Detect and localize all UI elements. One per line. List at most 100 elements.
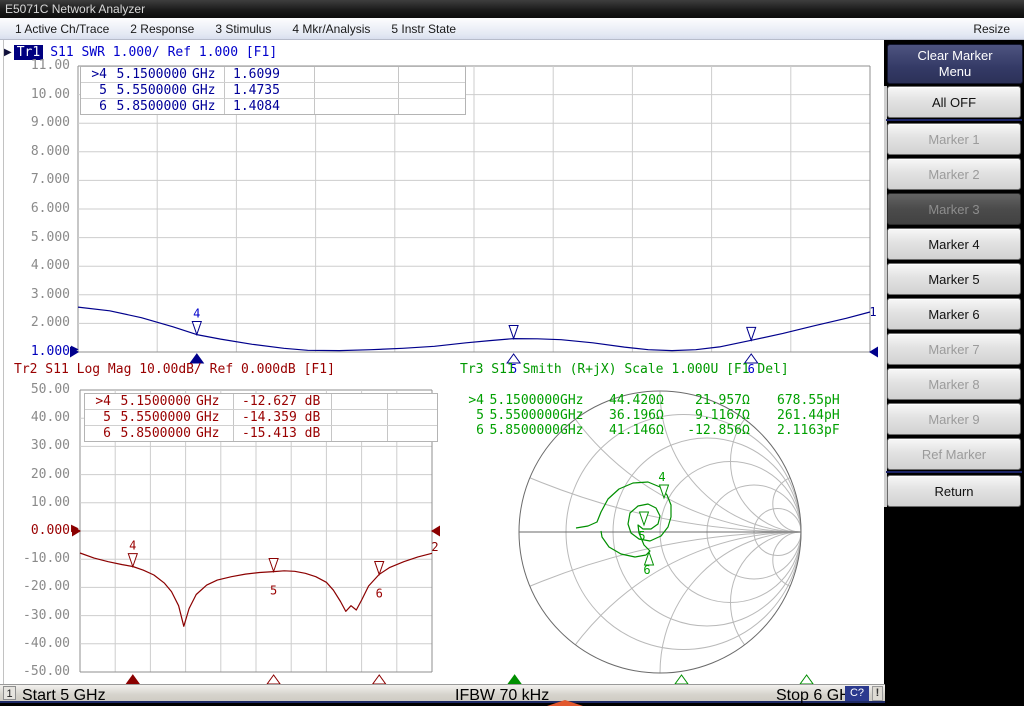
reactance-unit: Ω (742, 408, 762, 423)
readout-group (314, 83, 398, 98)
tr2-trace-number: 2 (431, 540, 438, 554)
y-axis-label: 40.00 (8, 410, 70, 425)
sidebar-button-marker-1: Marker 1 (887, 123, 1021, 155)
readout-group: 1.4084 (224, 99, 314, 114)
lc-unit: pH (824, 408, 848, 423)
status-bar (0, 684, 885, 703)
y-axis-label: 30.00 (8, 438, 70, 453)
sidebar-button-marker-6[interactable]: Marker 6 (887, 298, 1021, 330)
marker-number: 5 (81, 83, 107, 98)
menu-active-ch-trace[interactable]: 1 Active Ch/Trace (9, 21, 115, 37)
menu-mkr-analysis[interactable]: 4 Mkr/Analysis (286, 21, 376, 37)
tr1-trace-number: 1 (869, 305, 876, 319)
tr2-header: Tr2 S11 Log Mag 10.00dB/ Ref 0.000dB [F1… (14, 362, 335, 377)
marker-number: 6 (462, 423, 484, 438)
y-axis-label: 20.00 (8, 467, 70, 482)
lc-unit: pH (824, 393, 848, 408)
readout-group: 65.8500000GHz (81, 99, 224, 114)
readout-group (331, 394, 387, 409)
readout-group (398, 99, 465, 114)
marker-frequency: 5.1500000 (113, 394, 191, 409)
marker-readout-row: >45.1500000GHz1.6099 (81, 67, 465, 83)
marker-frequency: 5.5500000 (109, 83, 187, 98)
y-axis-label: 1.000 (8, 344, 70, 359)
sidebar-button-marker-7: Marker 7 (887, 333, 1021, 365)
sidebar-separator (886, 119, 1022, 121)
marker-number: 5 (462, 408, 484, 423)
marker-4-label: 4 (129, 539, 136, 553)
readout-group (331, 426, 387, 441)
marker-frequency: 5.1500000 (484, 393, 560, 408)
menu-resize[interactable]: Resize (967, 21, 1016, 37)
y-axis-label: -20.00 (8, 579, 70, 594)
ifbw-label: IFBW 70 kHz (455, 687, 549, 705)
softkey-menu-title-line1: Clear Marker (917, 48, 992, 64)
readout-group: -12.627 dB (233, 394, 331, 409)
marker-6-stimulus-triangle-icon (373, 675, 386, 684)
marker-reactance: 21.957 (676, 393, 742, 408)
window-titlebar: E5071C Network Analyzer (0, 0, 1024, 18)
marker-frequency-unit: GHz (560, 423, 594, 438)
marker-value: 1.4735 (225, 83, 280, 98)
menu-instr-state[interactable]: 5 Instr State (385, 21, 462, 37)
marker-frequency: 5.8500000 (484, 423, 560, 438)
app-window: E5071C Network Analyzer 1 Active Ch/Trac… (0, 0, 1024, 706)
marker-lc-value: 2.1163 (762, 423, 824, 438)
marker-readout-row: 65.8500000GHz-15.413 dB (85, 426, 437, 441)
readout-group: 55.5500000GHz (81, 83, 224, 98)
marker-5-trace-triangle-icon (509, 325, 518, 338)
sidebar-button-marker-4[interactable]: Marker 4 (887, 228, 1021, 260)
marker-value: -14.359 dB (234, 410, 320, 425)
marker-frequency-unit: GHz (187, 83, 221, 98)
readout-group: 1.6099 (224, 67, 314, 82)
marker-frequency: 5.1500000 (109, 67, 187, 82)
readout-group: >45.1500000GHz (81, 67, 224, 82)
marker-4-trace-triangle-icon (128, 554, 137, 567)
y-axis-label: -50.00 (8, 664, 70, 679)
sidebar-button-marker-2: Marker 2 (887, 158, 1021, 190)
y-axis-label: -30.00 (8, 608, 70, 623)
warning-badge: ! (872, 686, 883, 701)
marker-5-trace-triangle-icon (269, 558, 278, 571)
marker-5-label: 5 (638, 529, 645, 543)
y-axis-label: -10.00 (8, 551, 70, 566)
sidebar-button-all-off[interactable]: All OFF (887, 86, 1021, 118)
y-axis-label: 11.00 (8, 58, 70, 73)
marker-frequency: 5.5500000 (113, 410, 191, 425)
readout-group: -15.413 dB (233, 426, 331, 441)
marker-number: 6 (85, 426, 111, 441)
marker-5-stimulus-triangle-icon (267, 675, 280, 684)
sidebar-button-marker-9: Marker 9 (887, 403, 1021, 435)
tr2-marker-readout: >45.1500000GHz-12.627 dB55.5500000GHz-14… (84, 393, 438, 442)
active-trace-arrow-icon: ▶ (4, 47, 12, 58)
marker-lc-value: 678.55 (762, 393, 824, 408)
marker-readout-row: >45.1500000 GHz44.420 Ω21.957 Ω678.55 pH (462, 393, 848, 408)
sidebar-button-marker-5[interactable]: Marker 5 (887, 263, 1021, 295)
correction-status-badge: C? (845, 686, 869, 701)
marker-number: >4 (81, 67, 107, 82)
tr1-header-text: S11 SWR 1.000/ Ref 1.000 [F1] (50, 45, 277, 60)
sidebar-button-marker-3[interactable]: Marker 3 (887, 193, 1021, 225)
y-axis-label: 8.000 (8, 144, 70, 159)
y-axis-label: 6.000 (8, 201, 70, 216)
marker-value: 1.6099 (225, 67, 280, 82)
reactance-unit: Ω (742, 393, 762, 408)
sidebar-button-return[interactable]: Return (887, 475, 1021, 507)
readout-group (314, 99, 398, 114)
resistance-unit: Ω (656, 408, 676, 423)
window-title: E5071C Network Analyzer (5, 2, 145, 16)
y-axis-label: 7.000 (8, 172, 70, 187)
menu-stimulus[interactable]: 3 Stimulus (209, 21, 277, 37)
marker-number: 5 (85, 410, 111, 425)
marker-frequency: 5.8500000 (109, 99, 187, 114)
ref-level-arrow-icon: ▶ (71, 344, 79, 355)
marker-readout-row: 55.5500000GHz1.4735 (81, 83, 465, 99)
menu-bar: 1 Active Ch/Trace 2 Response 3 Stimulus … (0, 18, 1024, 40)
marker-6-trace-triangle-icon (747, 327, 756, 340)
marker-frequency: 5.8500000 (113, 426, 191, 441)
menu-response[interactable]: 2 Response (124, 21, 200, 37)
marker-resistance: 44.420 (594, 393, 656, 408)
readout-group (331, 410, 387, 425)
y-axis-label: -40.00 (8, 636, 70, 651)
smith-reactance-arc (519, 532, 884, 684)
